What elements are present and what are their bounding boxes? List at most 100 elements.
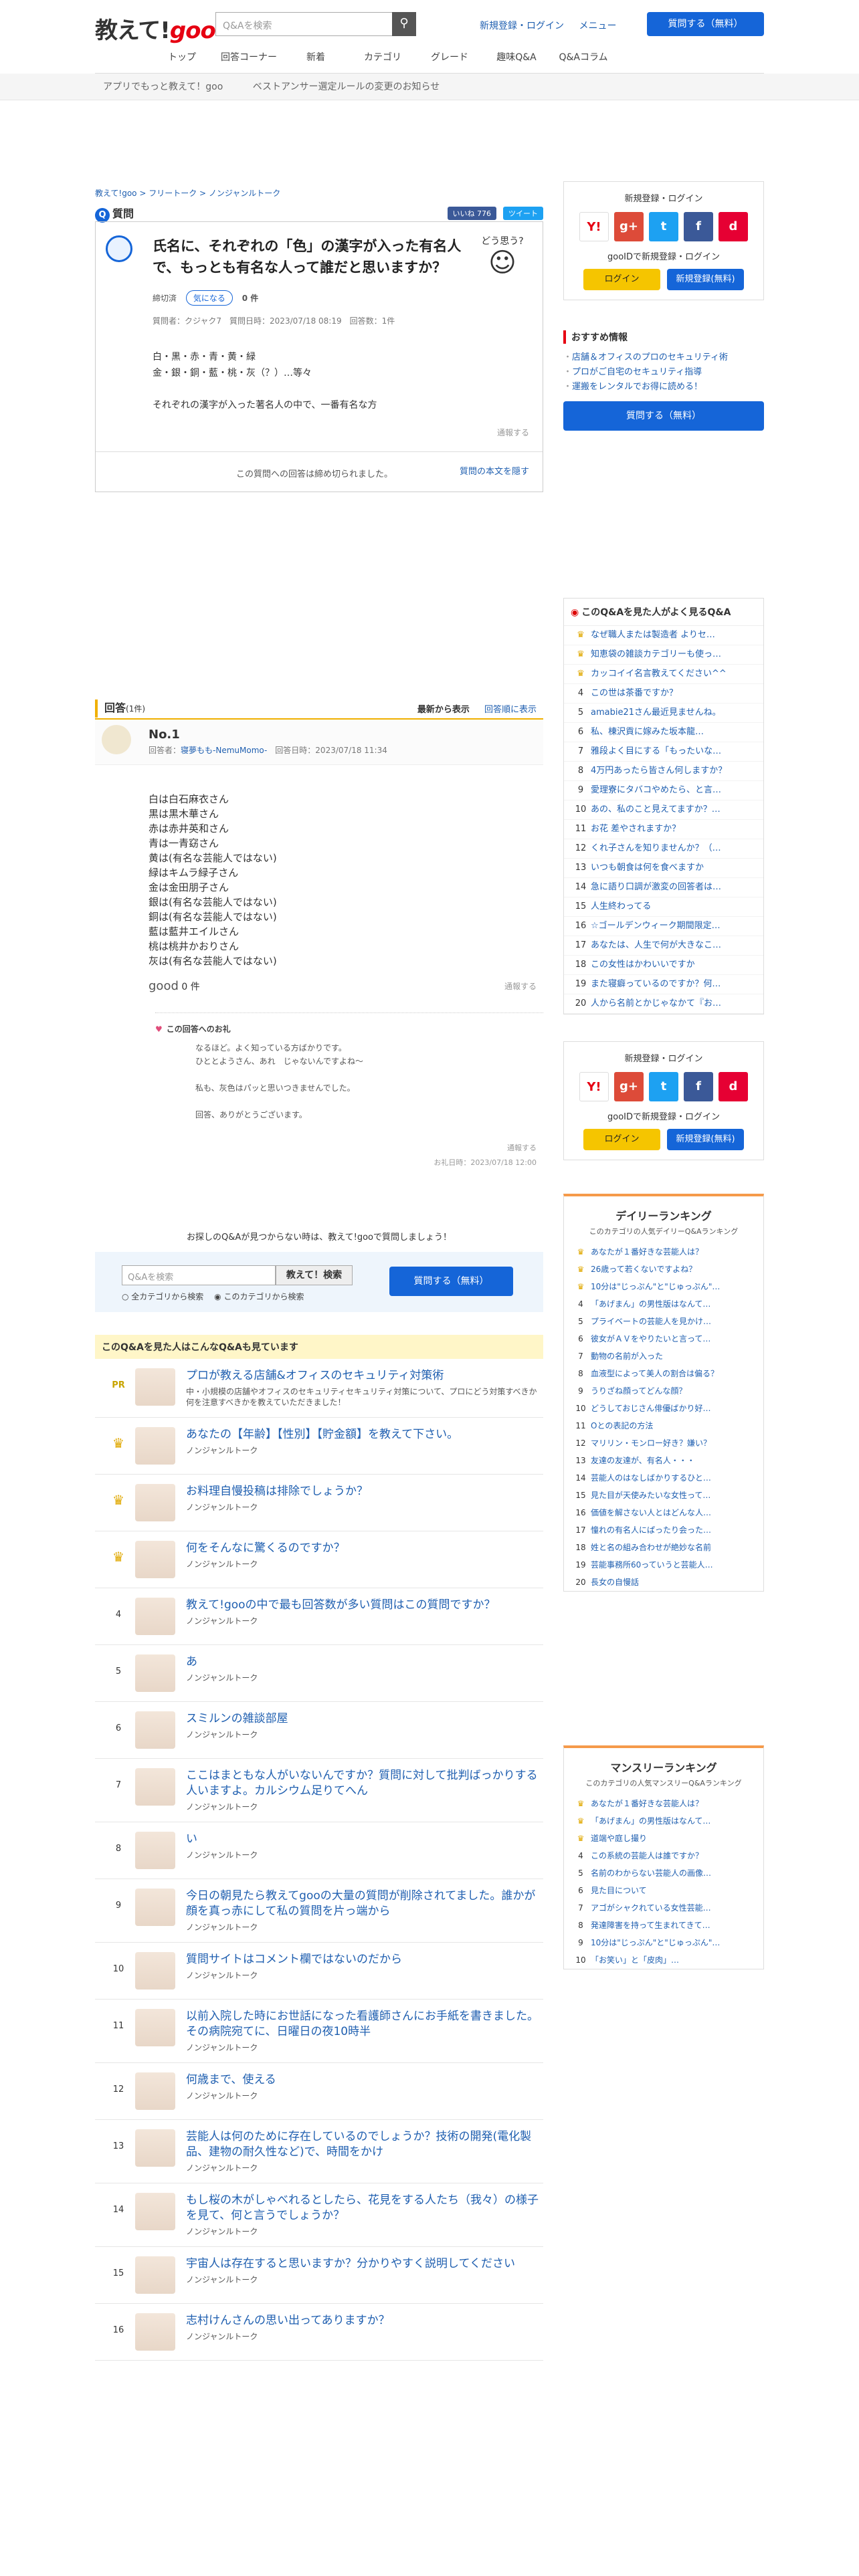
nav-answer-corner[interactable]: 回答コーナー <box>215 47 282 68</box>
ranking-item[interactable]: 19 また寝癖っているのですか？何… <box>564 975 763 994</box>
ranking-item[interactable]: 5 amabie21さん最近見ませんね。 <box>564 704 763 723</box>
related-item[interactable]: 12 何歳まで、使える ノンジャンルトーク <box>95 2063 543 2120</box>
ranking-item[interactable]: 5 プライベートの芸能人を見かけ… <box>564 1313 763 1330</box>
menu-link[interactable]: メニュー <box>579 21 616 31</box>
ranking-item[interactable]: 5 名前のわからない芸能人の画像… <box>564 1864 763 1882</box>
ranking-title[interactable]: 見た目が天使みたいな女性って… <box>591 1489 748 1502</box>
qa-search-input[interactable]: Q&Aを検索 <box>122 1265 276 1285</box>
docomo-icon[interactable]: d <box>719 1072 748 1101</box>
ranking-item[interactable]: ♛ なぜ職人または製造者 よりセ… <box>564 626 763 645</box>
ranking-item[interactable]: 9 愛理寮にタバコやめたら、と言… <box>564 781 763 800</box>
ranking-item[interactable]: 8 発達障害を持って生まれてきて… <box>564 1917 763 1934</box>
ranking-item[interactable]: 4 この系統の芸能人は誰ですか？ <box>564 1847 763 1864</box>
ranking-item[interactable]: 20 長女の自慢話 <box>564 1574 763 1591</box>
ranking-title[interactable]: 雅段よく目にする「もったいな… <box>591 745 748 758</box>
ranking-item[interactable]: 7 アゴがシャクれている女性芸能… <box>564 1899 763 1917</box>
register-button[interactable]: 新規登録(無料) <box>667 1129 744 1150</box>
ranking-item[interactable]: 7 動物の名前が入った <box>564 1348 763 1365</box>
ranking-title[interactable]: いつも朝食は何を食べますか <box>591 861 748 875</box>
ranking-item[interactable]: 14 急に語り口調が激変の回答者は… <box>564 878 763 897</box>
ranking-title[interactable]: 芸能人のはなしばかりするひと… <box>591 1471 748 1485</box>
ranking-title[interactable]: お花 差やされますか？ <box>591 823 748 836</box>
ranking-item[interactable]: 10 あの、私のこと見えてますか？… <box>564 800 763 820</box>
ranking-item[interactable]: 11 お花 差やされますか？ <box>564 820 763 839</box>
ranking-item[interactable]: 13 いつも朝食は何を食べますか <box>564 859 763 878</box>
scope-category-radio[interactable]: ◉ このカテゴリから検索 <box>214 1292 304 1301</box>
search-icon[interactable]: ⚲ <box>392 12 416 36</box>
register-button[interactable]: 新規登録(無料) <box>667 269 744 290</box>
ranking-item[interactable]: ♛ カッコイイ名言教えてください^^ <box>564 665 763 684</box>
twitter-icon[interactable]: t <box>649 212 678 241</box>
ranking-title[interactable]: この系統の芸能人は誰ですか？ <box>591 1849 748 1862</box>
ranking-item[interactable]: 9 うりざね顔ってどんな顔？ <box>564 1382 763 1400</box>
ranking-title[interactable]: 発達障害を持って生まれてきて… <box>591 1919 748 1932</box>
related-item[interactable]: 4 教えて!gooの中で最も回答数が多い質問はこの質問ですか？ ノンジャンルトーク <box>95 1588 543 1645</box>
related-item[interactable]: 15 宇宙人は存在すると思いますか？分かりやすく説明してください ノンジャンルトーク <box>95 2247 543 2304</box>
ask-button-2[interactable]: 質問する（無料） <box>389 1267 513 1296</box>
respondent-link[interactable]: 寝夢もも-NemuMomo- <box>181 746 267 755</box>
related-title[interactable]: い <box>186 1832 543 1847</box>
ranking-item[interactable]: 4 この世は茶番ですか？ <box>564 684 763 704</box>
ranking-title[interactable]: amabie21さん最近見ませんね。 <box>591 706 748 720</box>
ranking-title[interactable]: 血液型によって美人の割合は偏る？ <box>591 1367 748 1380</box>
ranking-title[interactable]: 名前のわからない芸能人の画像… <box>591 1866 748 1880</box>
ranking-item[interactable]: 10 「お笑い」と「皮肉」… <box>564 1951 763 1969</box>
ranking-title[interactable]: プライベートの芸能人を見かけ… <box>591 1315 748 1328</box>
hide-question-link[interactable]: 質問の本文を隠す <box>460 464 529 477</box>
login-button[interactable]: ログイン <box>583 269 660 290</box>
ranking-title[interactable]: 芸能事務所60っていうと芸能人… <box>591 1558 748 1572</box>
ranking-title[interactable]: 憧れの有名人にぱったり会った… <box>591 1523 748 1537</box>
yahoo-icon[interactable]: Y! <box>579 212 609 241</box>
twitter-icon[interactable]: t <box>649 1072 678 1101</box>
ranking-item[interactable]: 12 マリリン・モンロー好き？嫌い？ <box>564 1434 763 1452</box>
ranking-item[interactable]: 8 4万円あったら皆さん何しますか？ <box>564 762 763 781</box>
facebook-icon[interactable]: f <box>684 1072 713 1101</box>
ranking-item[interactable]: 19 芸能事務所60っていうと芸能人… <box>564 1556 763 1574</box>
recommend-item[interactable]: 店舗＆オフィスのプロのセキュリティ術 <box>563 350 764 365</box>
ranking-title[interactable]: あなたが１番好きな芸能人は？ <box>591 1245 748 1259</box>
related-title[interactable]: もし桜の木がしゃべれるとしたら、花見をする人たち（我々）の様子を見て、何と言うで… <box>186 2193 543 2224</box>
nav-hobby[interactable]: 趣味Q&A <box>483 47 550 68</box>
google-icon[interactable]: g+ <box>614 1072 644 1101</box>
ranking-item[interactable]: ♛ あなたが１番好きな芸能人は？ <box>564 1795 763 1812</box>
tweet-button[interactable]: ツイート <box>503 207 543 220</box>
related-item[interactable]: PR プロが教える店舗&オフィスのセキュリティ対策術 中・小規模の店舗やオフィスのセ… <box>95 1359 543 1418</box>
recommend-item[interactable]: プロがご自宅のセキュリティ指導 <box>563 365 764 380</box>
related-title[interactable]: 芸能人は何のために存在しているのでしょうか？技術の開発(電化製品、建物の耐久性な… <box>186 2129 543 2160</box>
yahoo-icon[interactable]: Y! <box>579 1072 609 1101</box>
related-item[interactable]: 10 質問サイトはコメント欄ではないのだから ノンジャンルトーク <box>95 1943 543 2000</box>
ranking-title[interactable]: 道端や庭し撮り <box>591 1832 748 1845</box>
ranking-item[interactable]: 14 芸能人のはなしばかりするひと… <box>564 1469 763 1487</box>
related-item[interactable]: ♛ お料理自慢投稿は排除でしょうか？ ノンジャンルトーク <box>95 1475 543 1531</box>
related-title[interactable]: あ <box>186 1654 543 1670</box>
nav-category[interactable]: カテゴリ <box>349 47 416 68</box>
ranking-item[interactable]: ♛ あなたが１番好きな芸能人は？ <box>564 1243 763 1261</box>
related-item[interactable]: 7 ここはまともな人がいないんですか？質問に対して批判ばっかりする人いますよ。カル… <box>95 1759 543 1822</box>
ranking-item[interactable]: 20 人から名前とかじゃなかて『お… <box>564 994 763 1014</box>
ranking-title[interactable]: カッコイイ名言教えてください^^ <box>591 667 748 681</box>
ranking-title[interactable]: どうしておじさん俳優ばかり好… <box>591 1402 748 1415</box>
related-item[interactable]: 11 以前入院した時にお世話になった看護師さんにお手紙を書きました。その病院宛てに… <box>95 2000 543 2063</box>
ranking-title[interactable]: 姓と名の組み合わせが絶妙な名前 <box>591 1541 748 1554</box>
nav-column[interactable]: Q&Aコラム <box>550 47 617 68</box>
docomo-icon[interactable]: d <box>719 212 748 241</box>
qa-search-button[interactable]: 教えて！検索 <box>276 1265 353 1285</box>
scope-all-radio[interactable]: ○ 全カテゴリから検索 <box>122 1292 203 1301</box>
related-title[interactable]: プロが教える店舗&オフィスのセキュリティ対策術 <box>186 1368 543 1384</box>
ranking-title[interactable]: 見た目について <box>591 1884 748 1897</box>
report-link[interactable]: 通報する <box>504 980 537 992</box>
ranking-title[interactable]: あなたは、人生で何が大きなこ… <box>591 939 748 952</box>
ranking-title[interactable]: 愛理寮にタバコやめたら、と言… <box>591 784 748 797</box>
related-title[interactable]: ここはまともな人がいないんですか？質問に対して批判ばっかりする人いますよ。カルシ… <box>186 1768 543 1799</box>
ranking-item[interactable]: 10 どうしておじさん俳優ばかり好… <box>564 1400 763 1417</box>
site-logo[interactable]: 教えて!goo <box>95 12 216 45</box>
ranking-item[interactable]: 16 価値を解さない人とはどんな人… <box>564 1504 763 1521</box>
google-icon[interactable]: g+ <box>614 212 644 241</box>
related-title[interactable]: スミルンの雑談部屋 <box>186 1711 543 1727</box>
ranking-title[interactable]: なぜ職人または製造者 よりセ… <box>591 629 748 642</box>
ranking-title[interactable]: マリリン・モンロー好き？嫌い？ <box>591 1436 748 1450</box>
ranking-item[interactable]: 6 見た目について <box>564 1882 763 1899</box>
ranking-item[interactable]: 6 私、棟沢貢に嫁みた坂本龍… <box>564 723 763 742</box>
nav-new[interactable]: 新着 <box>282 47 349 68</box>
ranking-title[interactable]: 26歳って若くないですよね？ <box>591 1263 748 1276</box>
